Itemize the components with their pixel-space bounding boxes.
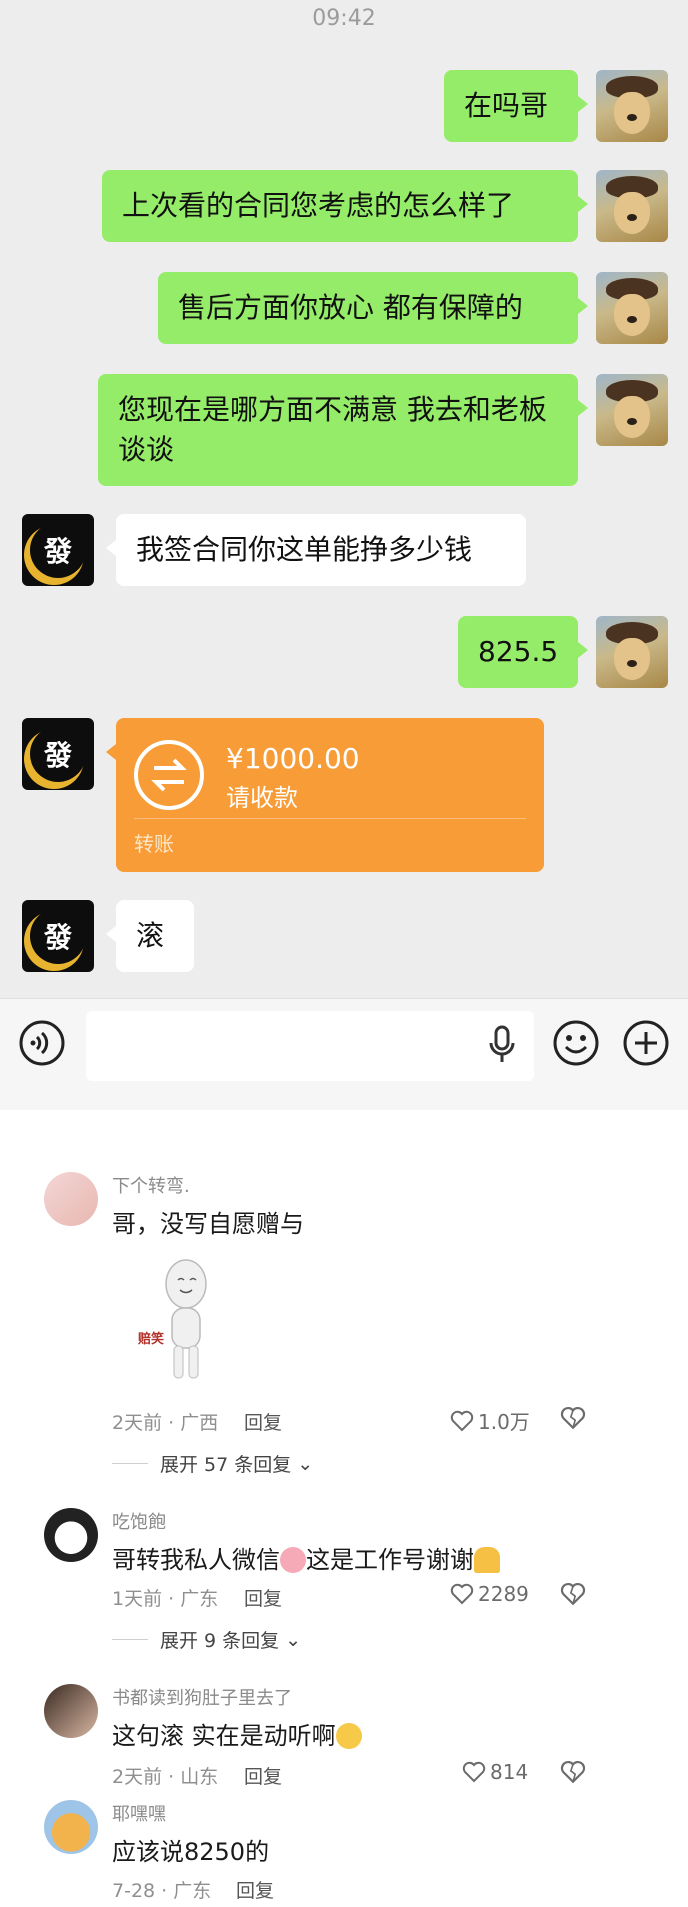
reply-button[interactable]: 回复: [244, 1584, 282, 1611]
transfer-amount: ¥1000.00: [226, 742, 360, 775]
heart-icon: [450, 1583, 474, 1605]
smiling-sticker-icon: 赔笑: [134, 1258, 234, 1382]
comment-text: 哥转我私人微信 这是工作号谢谢: [112, 1540, 500, 1575]
expand-divider: [112, 1639, 148, 1640]
expand-replies[interactable]: 展开 57 条回复 ⌄: [112, 1450, 313, 1477]
smiling-face-icon: [335, 1723, 362, 1749]
reply-button[interactable]: 回复: [244, 1408, 282, 1435]
pig-face-icon: [280, 1547, 306, 1573]
reply-button[interactable]: 回复: [236, 1876, 274, 1903]
dislike-button[interactable]: [560, 1760, 586, 1788]
commenter-avatar[interactable]: [44, 1508, 98, 1562]
heart-icon: [462, 1761, 486, 1783]
broken-heart-icon: [560, 1582, 586, 1606]
expand-replies[interactable]: 展开 9 条回复 ⌄: [112, 1626, 301, 1653]
my-avatar[interactable]: [596, 272, 668, 344]
comment-text-start: 哥转我私人微信: [112, 1546, 280, 1574]
comment-text: 哥，没写自愿赠与: [112, 1210, 304, 1238]
emoji-icon[interactable]: [552, 1019, 600, 1067]
my-avatar[interactable]: [596, 374, 668, 446]
commenter-avatar[interactable]: [44, 1800, 98, 1854]
broken-heart-icon: [560, 1406, 586, 1430]
dislike-button[interactable]: [560, 1582, 586, 1610]
like-button[interactable]: 2289: [450, 1582, 529, 1606]
my-avatar[interactable]: [596, 70, 668, 142]
message-bubble[interactable]: 825.5: [458, 616, 588, 688]
commenter-name[interactable]: 下个转弯.: [112, 1172, 190, 1198]
heart-icon: [450, 1410, 474, 1431]
message-bubble[interactable]: 我签合同你这单能挣多少钱: [106, 514, 526, 586]
message-bubble[interactable]: 您现在是哪方面不满意 我去和老板谈谈: [98, 374, 588, 486]
avatar-glyph: 發: [43, 739, 72, 772]
like-count: 1.0万: [478, 1410, 530, 1434]
comment-text-body: 这句滚 实在是动听啊: [112, 1722, 336, 1750]
expand-divider: [112, 1463, 148, 1464]
message-input[interactable]: [86, 1011, 534, 1081]
voice-toggle-icon[interactable]: [18, 1019, 66, 1067]
comments-section: 下个转弯. 哥，没写自愿赠与 赔笑 2天前 · 广西 回复 1.0万 展开 57…: [0, 1110, 688, 1907]
comment-meta: 2天前 · 广西: [112, 1412, 219, 1434]
expand-replies-label: 展开 57 条回复: [160, 1454, 292, 1476]
like-count: 2289: [478, 1582, 529, 1606]
plus-icon[interactable]: [622, 1019, 670, 1067]
chevron-down-icon: ⌄: [297, 1452, 314, 1475]
reply-button[interactable]: 回复: [244, 1762, 282, 1789]
transfer-arrows-icon: [134, 740, 204, 810]
commenter-name[interactable]: 耶嘿嘿: [112, 1800, 166, 1826]
comment-text: 应该说8250的: [112, 1838, 270, 1866]
message-bubble[interactable]: 售后方面你放心 都有保障的: [158, 272, 588, 344]
chat-area: 09:42 在吗哥 上次看的合同您考虑的怎么样了 售后方面你放心 都有保障的 您…: [0, 0, 688, 998]
sticker-caption: 赔笑: [138, 1332, 165, 1347]
dislike-button[interactable]: [560, 1406, 586, 1434]
message-bubble[interactable]: 滚: [106, 900, 194, 972]
my-avatar[interactable]: [596, 616, 668, 688]
broken-heart-icon: [560, 1760, 586, 1784]
comment-meta: 1天前 · 广东: [112, 1588, 219, 1610]
transfer-note: 请收款: [226, 784, 298, 812]
my-avatar[interactable]: [596, 170, 668, 242]
like-count: 814: [490, 1760, 529, 1784]
transfer-divider: [134, 818, 526, 819]
avatar-glyph: 發: [43, 921, 72, 954]
commenter-avatar[interactable]: [44, 1684, 98, 1738]
message-bubble[interactable]: 在吗哥: [444, 70, 588, 142]
commenter-name[interactable]: 吃饱飽: [112, 1508, 166, 1534]
praying-hands-icon: [474, 1547, 500, 1573]
chevron-down-icon: ⌄: [285, 1628, 302, 1651]
transfer-card[interactable]: ¥1000.00 请收款 转账: [106, 718, 544, 872]
status-time: 09:42: [312, 6, 376, 31]
expand-replies-label: 展开 9 条回复: [160, 1630, 280, 1652]
commenter-avatar[interactable]: [44, 1172, 98, 1226]
commenter-name[interactable]: 书都读到狗肚子里去了: [112, 1684, 292, 1710]
message-bubble[interactable]: 上次看的合同您考虑的怎么样了: [102, 170, 588, 242]
like-button[interactable]: 1.0万: [450, 1406, 530, 1435]
avatar-glyph: 發: [43, 535, 72, 568]
contact-avatar[interactable]: 發: [22, 718, 94, 790]
microphone-icon[interactable]: [488, 1025, 516, 1069]
chat-input-bar: [0, 998, 688, 1111]
comment-meta: 2天前 · 山东: [112, 1766, 219, 1788]
transfer-label: 转账: [134, 832, 174, 856]
contact-avatar[interactable]: 發: [22, 900, 94, 972]
comment-meta: 7-28 · 广东: [112, 1880, 212, 1902]
comment-text: 这句滚 实在是动听啊: [112, 1716, 362, 1751]
comment-text-end: 这是工作号谢谢: [306, 1546, 474, 1574]
like-button[interactable]: 814: [462, 1760, 528, 1784]
contact-avatar[interactable]: 發: [22, 514, 94, 586]
